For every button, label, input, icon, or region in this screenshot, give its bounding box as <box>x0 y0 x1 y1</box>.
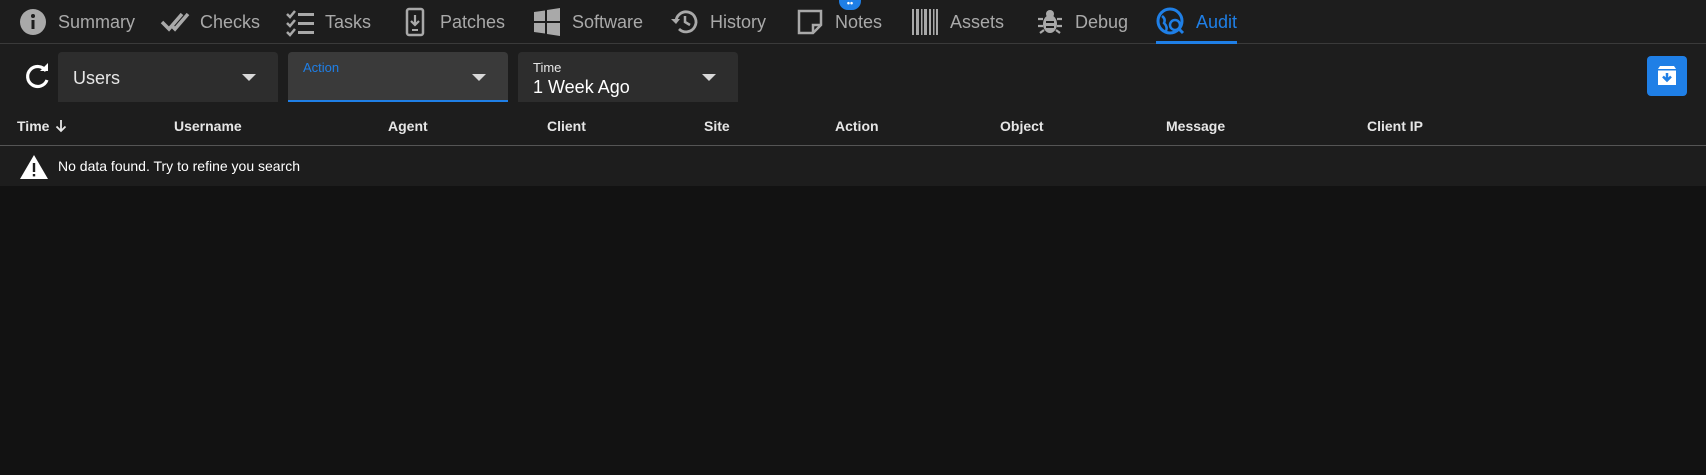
tab-summary[interactable]: Summary <box>18 0 135 44</box>
archive-download-icon <box>1658 66 1676 85</box>
time-select-value: 1 Week Ago <box>533 77 630 97</box>
globe-search-icon <box>1156 7 1185 35</box>
note-icon <box>797 9 823 35</box>
time-select-label: Time <box>533 60 562 75</box>
history-icon <box>671 10 698 34</box>
column-client[interactable]: Client <box>547 118 586 134</box>
users-select[interactable]: Users <box>58 52 278 102</box>
column-label: Message <box>1166 118 1226 134</box>
tab-tasks[interactable]: Tasks <box>285 0 371 44</box>
tab-label: Audit <box>1196 11 1238 32</box>
time-select[interactable]: Time 1 Week Ago <box>518 52 738 102</box>
column-label: Site <box>704 118 730 134</box>
column-label: Time <box>17 118 50 134</box>
users-select-label: Users <box>73 68 121 88</box>
column-username[interactable]: Username <box>174 118 242 134</box>
no-data-message: No data found. Try to refine you search <box>58 158 301 174</box>
chevron-down-icon <box>702 74 716 81</box>
column-label: Action <box>835 118 879 134</box>
column-label: Client IP <box>1367 118 1424 134</box>
checklist-icon <box>286 10 314 37</box>
column-label: Username <box>174 118 242 134</box>
tab-bar: Summary Checks Tasks Patches Software Hi… <box>0 0 1706 44</box>
column-action[interactable]: Action <box>835 118 879 134</box>
tab-label: Notes <box>835 11 883 32</box>
tab-label: Software <box>572 11 644 32</box>
tab-debug[interactable]: Debug <box>1035 0 1128 44</box>
no-data-row: No data found. Try to refine you search <box>0 146 1706 186</box>
column-site[interactable]: Site <box>704 118 730 134</box>
tab-audit[interactable]: Audit <box>1156 0 1238 44</box>
table-header: Time Username Agent Client Site Action O… <box>0 106 1706 146</box>
tab-label: Tasks <box>325 11 372 32</box>
tab-notes[interactable]: Notes <box>795 0 882 44</box>
action-select[interactable]: Action <box>288 52 508 102</box>
tab-label: History <box>710 11 767 32</box>
column-label: Agent <box>388 118 428 134</box>
tab-patches[interactable]: Patches <box>400 0 505 44</box>
column-object[interactable]: Object <box>1000 118 1044 134</box>
column-client-ip[interactable]: Client IP <box>1367 118 1423 134</box>
barcode-icon <box>912 9 938 35</box>
info-icon <box>20 9 46 35</box>
column-message[interactable]: Message <box>1166 118 1225 134</box>
tab-label: Debug <box>1075 11 1129 32</box>
column-agent[interactable]: Agent <box>388 118 428 134</box>
tab-assets[interactable]: Assets <box>910 0 1004 44</box>
tab-software[interactable]: Software <box>532 0 643 44</box>
column-label: Client <box>547 118 586 134</box>
bug-icon <box>1038 10 1062 34</box>
chevron-down-icon <box>472 74 486 81</box>
filter-bar: Users Action Time 1 Week Ago <box>0 44 1706 106</box>
tab-history[interactable]: History <box>670 0 766 44</box>
refresh-icon[interactable] <box>22 62 52 92</box>
tab-checks[interactable]: Checks <box>160 0 260 44</box>
windows-icon <box>534 8 560 36</box>
tab-label: Checks <box>200 11 261 32</box>
warning-icon <box>20 155 48 179</box>
tab-label: Assets <box>950 11 1005 32</box>
arrow-down-icon <box>56 120 67 133</box>
phone-download-icon <box>405 7 425 37</box>
chevron-down-icon <box>242 74 256 81</box>
column-time[interactable]: Time <box>17 118 67 134</box>
export-button[interactable] <box>1647 56 1687 96</box>
tab-label: Summary <box>58 11 136 32</box>
double-check-icon <box>160 12 190 32</box>
tab-label: Patches <box>440 11 506 32</box>
column-label: Object <box>1000 118 1044 134</box>
action-select-label: Action <box>303 60 340 75</box>
